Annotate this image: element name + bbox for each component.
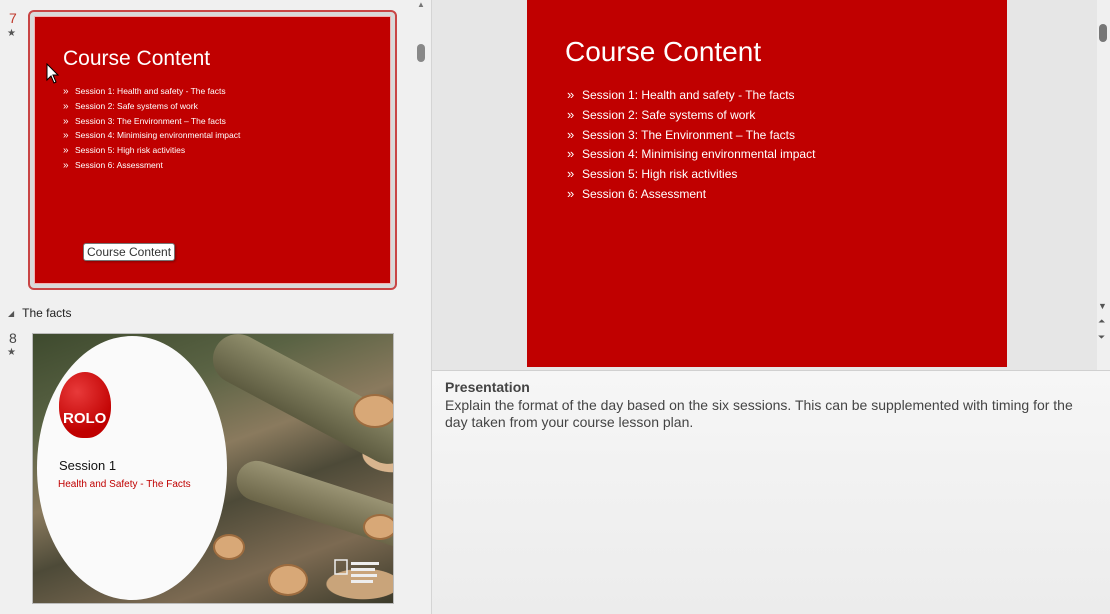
slide-thumbnail-pane: 7 ★ Course Content » Session 1: Health an… bbox=[0, 0, 412, 614]
list-item[interactable]: » Session 4: Minimising environmental imp… bbox=[567, 144, 815, 164]
thumbnail-title: Course Content bbox=[63, 47, 211, 70]
slide-title[interactable]: Course Content bbox=[565, 36, 761, 68]
collapse-triangle-icon[interactable]: ◢ bbox=[8, 309, 14, 318]
section-label: The facts bbox=[22, 306, 72, 320]
chevron-double-right-icon: » bbox=[63, 86, 69, 97]
association-logo bbox=[334, 559, 379, 583]
notes-pane[interactable]: Presentation Explain the format of the d… bbox=[432, 370, 1110, 614]
chevron-double-right-icon: » bbox=[63, 159, 69, 171]
notes-title[interactable]: Presentation bbox=[445, 379, 530, 395]
slide-editor: Course Content » Session 1: Health and sa… bbox=[432, 0, 1097, 370]
slide-thumbnail-8[interactable]: ROLO Session 1 Health and Safety - The F… bbox=[32, 333, 394, 604]
list-item: » Session 2: Safe systems of work bbox=[63, 99, 240, 114]
log-image bbox=[231, 455, 393, 553]
list-item: » Session 3: The Environment – The facts bbox=[63, 114, 240, 129]
thumbnail-scrollbar[interactable]: ▲ bbox=[412, 0, 432, 614]
chevron-double-right-icon: » bbox=[63, 145, 69, 157]
thumbnail-bullet-list: » Session 1: Health and safety - The fact… bbox=[63, 84, 240, 173]
list-item: » Session 4: Minimising environmental imp… bbox=[63, 128, 240, 143]
slide-number-8: 8 bbox=[9, 330, 17, 346]
next-slide-icon[interactable]: ⏷ bbox=[1098, 332, 1105, 343]
chevron-double-right-icon: » bbox=[567, 106, 575, 122]
scrollbar-thumb[interactable] bbox=[417, 44, 425, 62]
session-title: Session 1 bbox=[59, 458, 117, 473]
animation-star-icon: ★ bbox=[7, 347, 16, 358]
chevron-double-right-icon: » bbox=[63, 100, 69, 112]
list-item[interactable]: » Session 1: Health and safety - The fact… bbox=[567, 85, 815, 105]
list-item: » Session 6: Assessment bbox=[63, 158, 240, 173]
scroll-down-icon[interactable]: ▼ bbox=[1098, 301, 1107, 311]
slide-number-7: 7 bbox=[9, 10, 17, 26]
list-item[interactable]: » Session 5: High risk activities bbox=[567, 164, 815, 184]
chevron-double-right-icon: » bbox=[63, 130, 69, 142]
log-end-image bbox=[363, 514, 393, 540]
log-end-image bbox=[353, 394, 393, 428]
list-item[interactable]: » Session 2: Safe systems of work bbox=[567, 105, 815, 125]
scroll-up-icon[interactable]: ▲ bbox=[417, 0, 425, 9]
chevron-double-right-icon: » bbox=[567, 146, 575, 162]
chevron-double-right-icon: » bbox=[63, 115, 69, 127]
mouse-cursor-icon bbox=[46, 63, 60, 84]
chevron-double-right-icon: » bbox=[567, 126, 575, 142]
section-header[interactable]: ◢ The facts bbox=[8, 306, 72, 320]
animation-star-icon: ★ bbox=[7, 28, 16, 39]
list-item[interactable]: » Session 6: Assessment bbox=[567, 184, 815, 204]
tooltip: Course Content bbox=[83, 243, 176, 261]
log-end-image bbox=[213, 534, 245, 560]
chevron-double-right-icon: » bbox=[567, 87, 575, 102]
rolo-logo: ROLO bbox=[59, 372, 111, 438]
list-item: » Session 1: Health and safety - The fact… bbox=[63, 84, 240, 99]
chevron-double-right-icon: » bbox=[567, 185, 575, 201]
log-end-image bbox=[268, 564, 308, 596]
slide-bullet-list[interactable]: » Session 1: Health and safety - The fact… bbox=[567, 85, 815, 204]
editor-scrollbar[interactable]: ▼ ⏶ ⏷ bbox=[1097, 0, 1110, 370]
slide-canvas[interactable]: Course Content » Session 1: Health and sa… bbox=[527, 0, 1007, 367]
session-subtitle: Health and Safety - The Facts bbox=[58, 479, 191, 490]
scrollbar-thumb[interactable] bbox=[1099, 24, 1107, 42]
chevron-double-right-icon: » bbox=[567, 166, 575, 182]
notes-body[interactable]: Explain the format of the day based on t… bbox=[445, 397, 1095, 431]
list-item[interactable]: » Session 3: The Environment – The facts bbox=[567, 125, 815, 145]
list-item: » Session 5: High risk activities bbox=[63, 143, 240, 158]
previous-slide-icon[interactable]: ⏶ bbox=[1098, 316, 1105, 327]
